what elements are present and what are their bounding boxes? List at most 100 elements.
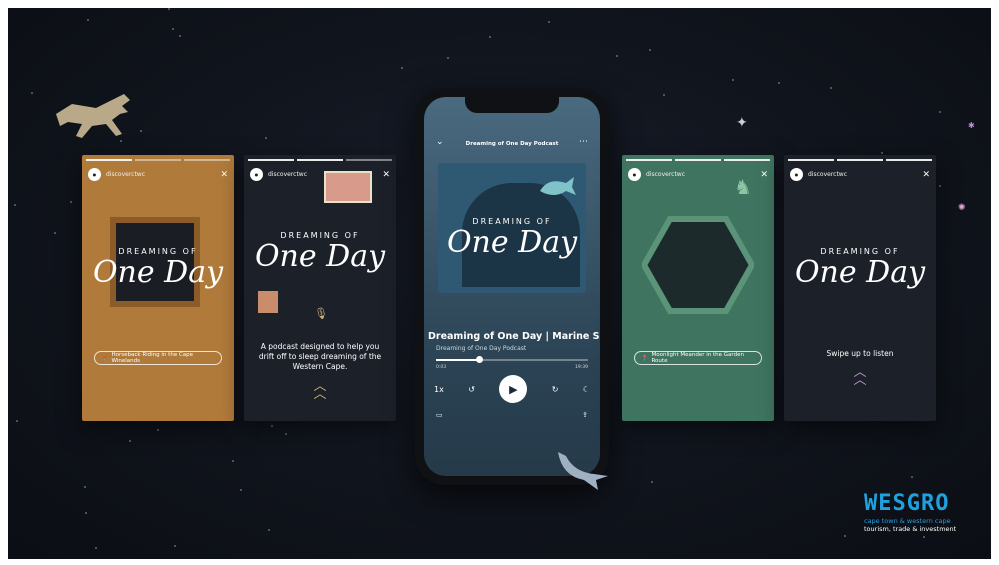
star bbox=[84, 486, 86, 488]
star bbox=[285, 433, 287, 435]
star bbox=[172, 28, 174, 30]
star bbox=[844, 535, 846, 537]
star bbox=[271, 425, 273, 427]
one-day-title: One Day bbox=[92, 255, 224, 290]
play-icon: ▶ bbox=[509, 382, 518, 396]
sleep-timer-moon-icon[interactable]: ☾ bbox=[583, 385, 590, 394]
play-button[interactable]: ▶ bbox=[499, 375, 528, 403]
microphone-icon: 🎙 bbox=[314, 307, 328, 320]
podcast-name[interactable]: Dreaming of One Day Podcast bbox=[436, 345, 526, 352]
star bbox=[939, 185, 941, 187]
star bbox=[168, 8, 170, 10]
story-card-horseback[interactable]: ● discoverctwc ✕ DREAMING OF One Day 📍 H… bbox=[82, 155, 234, 421]
star bbox=[54, 232, 56, 234]
close-icon[interactable]: ✕ bbox=[760, 170, 768, 180]
sparkle-icon: ✦ bbox=[736, 115, 748, 131]
podcast-artwork: DREAMING OF One Day bbox=[438, 163, 586, 293]
location-pin-icon: 📍 bbox=[641, 354, 649, 362]
seahorse-icon: ♞ bbox=[734, 175, 752, 199]
star bbox=[923, 536, 925, 538]
location-pill[interactable]: 📍 Horseback Riding in the Cape Winelands bbox=[94, 351, 222, 365]
star bbox=[778, 82, 780, 84]
rewind-15-icon[interactable]: ↺ bbox=[468, 385, 475, 394]
playback-speed-button[interactable]: 1x bbox=[434, 385, 444, 394]
star bbox=[232, 460, 234, 462]
story-handle: discoverctwc bbox=[106, 171, 146, 178]
swipe-up-chevron-icon[interactable]: ︿ ︿ bbox=[784, 366, 936, 387]
star bbox=[14, 204, 16, 206]
wesgro-tagline-2: tourism, trade & investment bbox=[864, 525, 957, 533]
dolphin-icon bbox=[558, 452, 608, 490]
sparkle-icon: ✱ bbox=[968, 121, 975, 130]
story-card-swipe[interactable]: ● discoverctwc ✕ DREAMING OF One Day Swi… bbox=[784, 155, 936, 421]
wesgro-wordmark: WESGRO bbox=[864, 491, 950, 516]
playback-controls: 1x ↺ ▶ ↻ ☾ bbox=[434, 375, 590, 403]
story-card-garden-route[interactable]: ● discoverctwc ✕ ♞ 📍 Moonlight Meander i… bbox=[622, 155, 774, 421]
star bbox=[447, 57, 449, 59]
swipe-up-label: Swipe up to listen bbox=[826, 349, 894, 358]
star bbox=[240, 489, 242, 491]
star bbox=[87, 19, 89, 21]
podcast-player-screen: ⌄ Dreaming of One Day Podcast ⋯ DREAMING… bbox=[424, 97, 600, 476]
player-header-title: Dreaming of One Day Podcast bbox=[465, 141, 559, 147]
star bbox=[939, 111, 941, 113]
close-icon[interactable]: ✕ bbox=[922, 170, 930, 180]
horse-icon bbox=[56, 94, 130, 138]
avatar: ● bbox=[250, 168, 263, 181]
wesgro-tagline-1: cape town & western cape bbox=[864, 517, 951, 525]
share-icon[interactable]: ⇪ bbox=[582, 411, 588, 419]
location-label: Moonlight Meander in the Garden Route bbox=[651, 352, 744, 364]
phone-mockup: ⌄ Dreaming of One Day Podcast ⋯ DREAMING… bbox=[415, 88, 609, 485]
star bbox=[157, 429, 159, 431]
wesgro-logo: WESGRO cape town & western cape tourism,… bbox=[864, 491, 957, 534]
avatar: ● bbox=[88, 168, 101, 181]
star bbox=[830, 87, 832, 89]
one-day-title: One Day bbox=[254, 239, 386, 274]
location-pin-icon: 📍 bbox=[101, 354, 109, 362]
star bbox=[489, 36, 491, 38]
star bbox=[548, 21, 550, 23]
progress-bar[interactable] bbox=[436, 356, 588, 363]
star bbox=[95, 547, 97, 549]
story-card-intro[interactable]: ● discoverctwc ✕ DREAMING OF One Day 🎙 A… bbox=[244, 155, 396, 421]
episode-title: Dreaming of One Day | Marine Safa bbox=[428, 331, 600, 342]
one-day-title: One Day bbox=[794, 255, 926, 290]
forward-15-icon[interactable]: ↻ bbox=[552, 385, 559, 394]
house-illustration bbox=[258, 291, 278, 313]
star bbox=[174, 545, 176, 547]
avatar: ● bbox=[628, 168, 641, 181]
time-remaining: 19:39 bbox=[575, 365, 588, 370]
phone-notch bbox=[465, 97, 559, 113]
star bbox=[401, 67, 403, 69]
star bbox=[268, 529, 270, 531]
star bbox=[911, 476, 913, 478]
location-label: Horseback Riding in the Cape Winelands bbox=[111, 352, 194, 364]
star bbox=[85, 512, 87, 514]
close-icon[interactable]: ✕ bbox=[220, 170, 228, 180]
star bbox=[663, 94, 665, 96]
close-icon[interactable]: ✕ bbox=[382, 170, 390, 180]
star bbox=[265, 137, 267, 139]
avatar: ● bbox=[790, 168, 803, 181]
time-elapsed: 0:03 bbox=[436, 365, 447, 370]
more-options-icon[interactable]: ⋯ bbox=[579, 137, 588, 147]
star bbox=[649, 49, 651, 51]
house-illustration bbox=[324, 171, 372, 203]
location-pill[interactable]: 📍 Moonlight Meander in the Garden Route bbox=[634, 351, 762, 365]
star bbox=[179, 35, 181, 37]
whale-icon bbox=[540, 177, 576, 195]
star bbox=[616, 55, 618, 57]
star bbox=[31, 92, 33, 94]
artwork-one-day-title: One Day bbox=[446, 225, 578, 260]
star bbox=[732, 79, 734, 81]
story-handle: discoverctwc bbox=[808, 171, 848, 178]
star bbox=[70, 201, 72, 203]
swipe-up-chevron-icon[interactable]: ︿ ︿ bbox=[244, 380, 396, 401]
progress-fill bbox=[436, 359, 479, 361]
progress-knob[interactable] bbox=[475, 356, 483, 363]
podcast-description: A podcast designed to help you drift off… bbox=[258, 342, 382, 371]
hexagon-window bbox=[642, 216, 754, 314]
star bbox=[651, 481, 653, 483]
star bbox=[129, 440, 131, 442]
connect-device-icon[interactable]: ▭ bbox=[436, 411, 443, 419]
